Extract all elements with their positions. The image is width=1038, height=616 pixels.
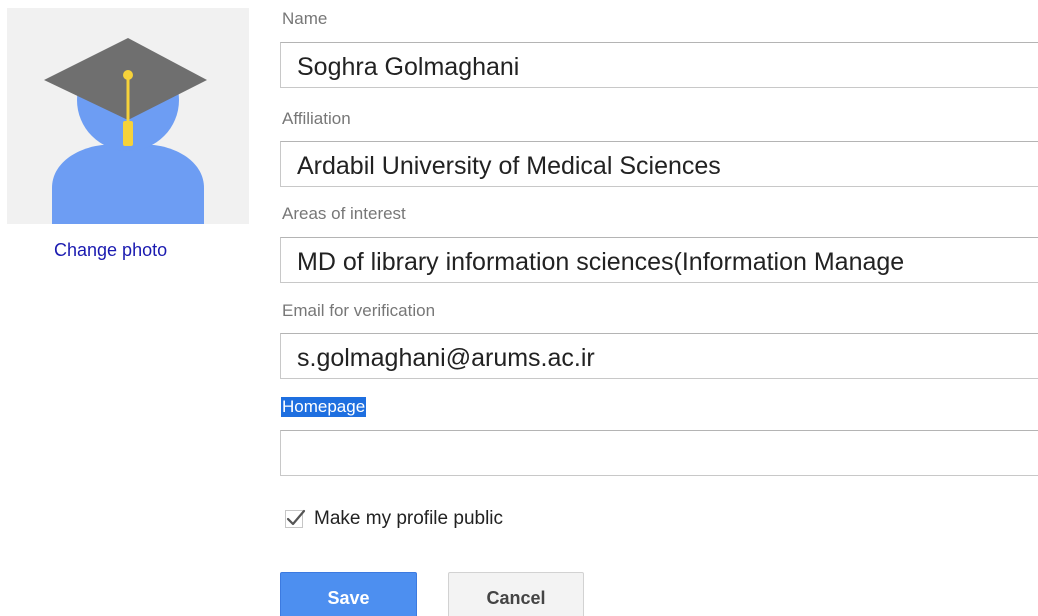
- affiliation-field[interactable]: Ardabil University of Medical Sciences: [280, 141, 1038, 187]
- checkmark-icon: [286, 509, 306, 526]
- public-profile-label: Make my profile public: [314, 508, 504, 529]
- email-field[interactable]: s.golmaghani@arums.ac.ir: [280, 333, 1038, 379]
- public-profile-checkbox-row[interactable]: Make my profile public: [285, 506, 503, 532]
- name-field[interactable]: Soghra Golmaghani: [280, 42, 1038, 88]
- interests-field[interactable]: MD of library information sciences(Infor…: [280, 237, 1038, 283]
- profile-edit-page: Change photo Name Soghra Golmaghani Affi…: [0, 0, 1038, 616]
- graduate-avatar-icon: [7, 8, 249, 224]
- name-value: Soghra Golmaghani: [297, 53, 520, 81]
- homepage-label: Homepage: [281, 397, 367, 417]
- public-profile-checkbox[interactable]: [285, 509, 306, 528]
- cancel-button[interactable]: Cancel: [448, 572, 584, 616]
- name-label: Name: [282, 9, 328, 28]
- affiliation-label: Affiliation: [282, 109, 351, 128]
- email-value: s.golmaghani@arums.ac.ir: [297, 344, 595, 372]
- interests-value: MD of library information sciences(Infor…: [297, 248, 905, 276]
- interests-label: Areas of interest: [282, 204, 406, 223]
- change-photo-link[interactable]: Change photo: [54, 240, 167, 261]
- homepage-field[interactable]: [280, 430, 1038, 476]
- email-label: Email for verification: [282, 301, 436, 320]
- affiliation-value: Ardabil University of Medical Sciences: [297, 152, 721, 180]
- profile-photo[interactable]: [7, 8, 249, 224]
- save-button[interactable]: Save: [280, 572, 417, 616]
